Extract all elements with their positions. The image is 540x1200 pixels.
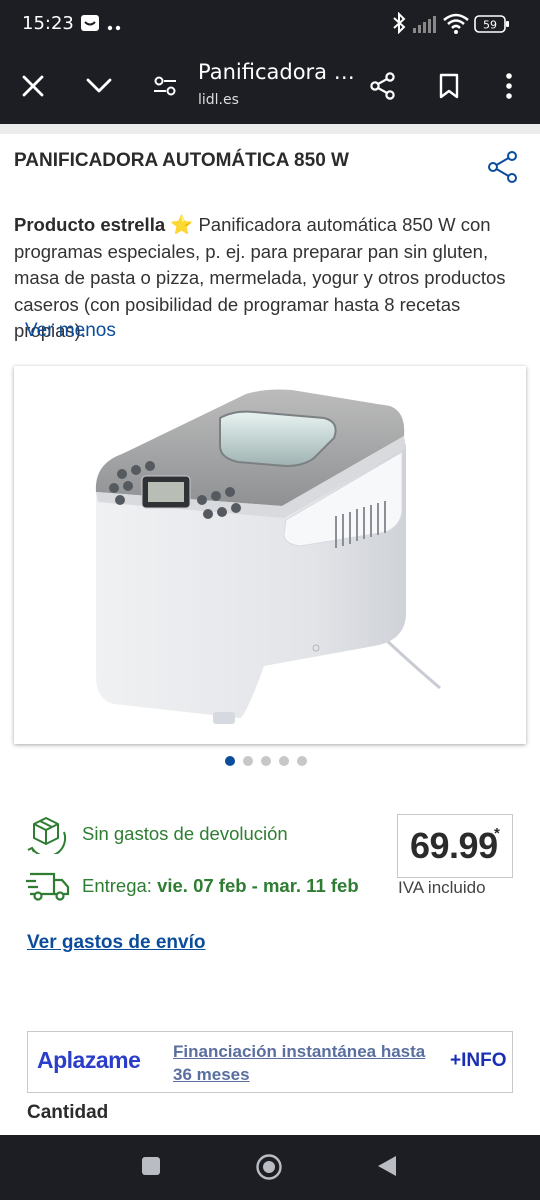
bluetooth-icon xyxy=(392,11,406,38)
expand-button[interactable] xyxy=(72,48,126,124)
status-time: 15:23 xyxy=(22,13,74,34)
price-asterisk: * xyxy=(494,825,500,842)
share-icon xyxy=(488,151,517,183)
free-returns-row: Sin gastos de devolución xyxy=(26,814,288,854)
share-icon xyxy=(370,72,395,100)
delivery-label: Entrega: vie. 07 feb - mar. 11 feb xyxy=(82,875,359,897)
carousel-dot[interactable] xyxy=(279,756,289,766)
delivery-prefix: Entrega: xyxy=(82,875,158,896)
wifi-icon xyxy=(443,13,469,39)
product-title: PANIFICADORA AUTOMÁTICA 850 W xyxy=(14,150,349,171)
shipping-costs-link[interactable]: Ver gastos de envío xyxy=(27,932,205,954)
free-returns-label: Sin gastos de devolución xyxy=(82,823,288,844)
square-icon xyxy=(142,1157,160,1175)
more-notifications-icon xyxy=(107,16,121,35)
close-icon xyxy=(22,75,44,97)
star-icon: ⭐ xyxy=(170,214,194,235)
financing-link[interactable]: Financiación instantánea hasta 36 meses xyxy=(173,1040,439,1086)
browser-toolbar: Panificadora … lidl.es xyxy=(0,48,540,124)
home-circle-icon xyxy=(256,1154,282,1180)
status-bar: 15:23 59 xyxy=(0,0,540,48)
carousel-dot[interactable] xyxy=(225,756,235,766)
show-less-link[interactable]: Ver menos xyxy=(25,320,116,342)
battery-icon: 59 xyxy=(474,15,510,37)
bookmark-icon xyxy=(439,73,459,99)
carousel-dot[interactable] xyxy=(297,756,307,766)
chevron-down-icon xyxy=(86,78,112,93)
site-settings-button[interactable] xyxy=(138,48,192,124)
battery-level: 59 xyxy=(483,19,497,32)
close-tab-button[interactable] xyxy=(6,48,60,124)
product-share-button[interactable] xyxy=(486,150,520,188)
financing-info-button[interactable]: +INFO xyxy=(450,1050,506,1072)
product-image-carousel[interactable] xyxy=(14,366,526,744)
aplazame-logo: Aplazame xyxy=(37,1047,141,1073)
page-title[interactable]: Panificadora … xyxy=(198,60,355,84)
home-button[interactable] xyxy=(255,1153,283,1185)
carousel-dot[interactable] xyxy=(243,756,253,766)
signal-icon xyxy=(412,14,438,38)
delivery-row: Entrega: vie. 07 feb - mar. 11 feb xyxy=(26,870,359,902)
recents-button[interactable] xyxy=(141,1156,161,1180)
featured-badge: Producto estrella xyxy=(14,214,166,235)
bookmark-button[interactable] xyxy=(422,48,476,124)
menu-button[interactable] xyxy=(482,48,536,124)
delivery-truck-icon xyxy=(26,872,70,901)
price-box: 69.99 * xyxy=(397,814,513,878)
system-nav-bar xyxy=(0,1135,540,1200)
back-triangle-icon xyxy=(378,1156,396,1176)
tax-note: IVA incluido xyxy=(398,878,486,897)
back-button[interactable] xyxy=(376,1154,398,1182)
tune-icon xyxy=(154,76,176,96)
delivery-dates: vie. 07 feb - mar. 11 feb xyxy=(157,875,359,896)
share-button[interactable] xyxy=(356,48,410,124)
page-url[interactable]: lidl.es xyxy=(198,92,239,108)
more-vert-icon xyxy=(506,73,512,99)
page-content: PANIFICADORA AUTOMÁTICA 850 W Producto e… xyxy=(0,124,540,1135)
bread-maker-image xyxy=(95,389,441,724)
returns-box-icon xyxy=(27,817,67,854)
carousel-dot[interactable] xyxy=(261,756,271,766)
carousel-dots[interactable] xyxy=(225,756,307,766)
financing-banner[interactable]: Aplazame Financiación instantánea hasta … xyxy=(27,1031,513,1093)
notification-icon xyxy=(80,14,100,36)
quantity-label: Cantidad xyxy=(27,1102,109,1123)
price-value: 69.99 xyxy=(410,825,498,866)
